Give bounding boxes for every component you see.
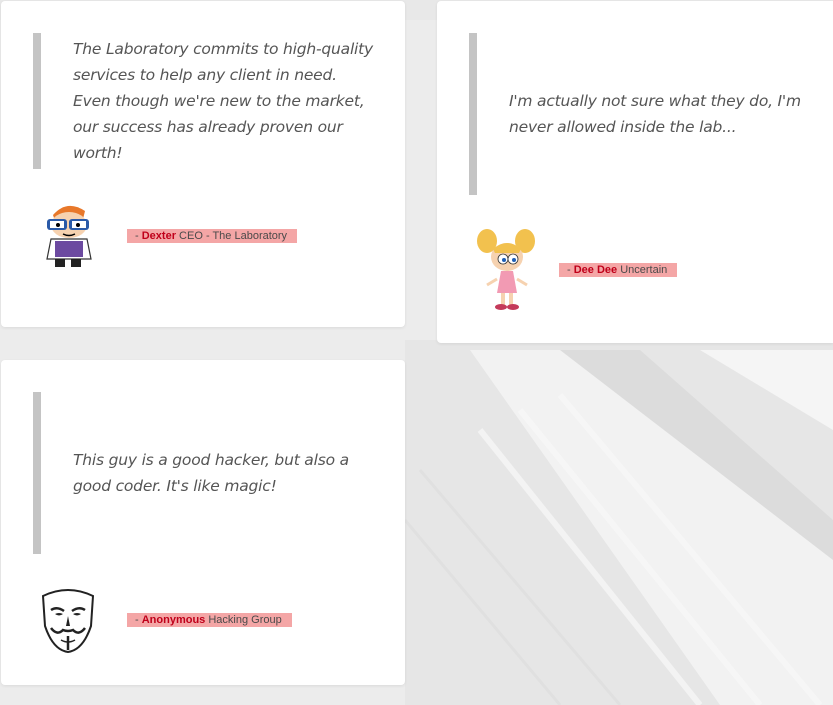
author-name: Anonymous [141,614,206,626]
testimonial-quote-block: I'm actually not sure what they do, I'm … [469,33,819,195]
byline-dash: - [567,264,574,276]
author-name: Dee Dee [573,264,618,276]
author-role: Hacking Group [208,614,282,626]
testimonial-quote-text: This guy is a good hacker, but also a go… [73,451,349,495]
testimonial-card-anonymous: This guy is a good hacker, but also a go… [1,360,405,685]
author-role: Uncertain [620,264,668,276]
testimonial-byline: - Dexter CEO - The Laboratory [127,229,298,243]
byline-dash: - [135,614,142,626]
byline-dash: - [135,230,142,242]
testimonial-byline: - Anonymous Hacking Group [127,613,292,627]
dee-dee-avatar-icon [475,227,537,313]
testimonial-quote-block: The Laboratory commits to high-quality s… [33,33,373,169]
testimonial-quote-text: The Laboratory commits to high-quality s… [73,40,374,162]
dexter-avatar-icon [37,199,99,269]
testimonial-byline: - Dee Dee Uncertain [559,263,678,277]
anonymous-mask-icon [37,586,99,654]
testimonial-quote-text: I'm actually not sure what they do, I'm … [509,92,801,136]
author-name: Dexter [141,230,176,242]
testimonial-card-dee-dee: I'm actually not sure what they do, I'm … [437,1,833,343]
testimonial-card-dexter: The Laboratory commits to high-quality s… [1,1,405,327]
testimonial-quote-block: This guy is a good hacker, but also a go… [33,392,373,554]
author-role: CEO - The Laboratory [179,230,288,242]
